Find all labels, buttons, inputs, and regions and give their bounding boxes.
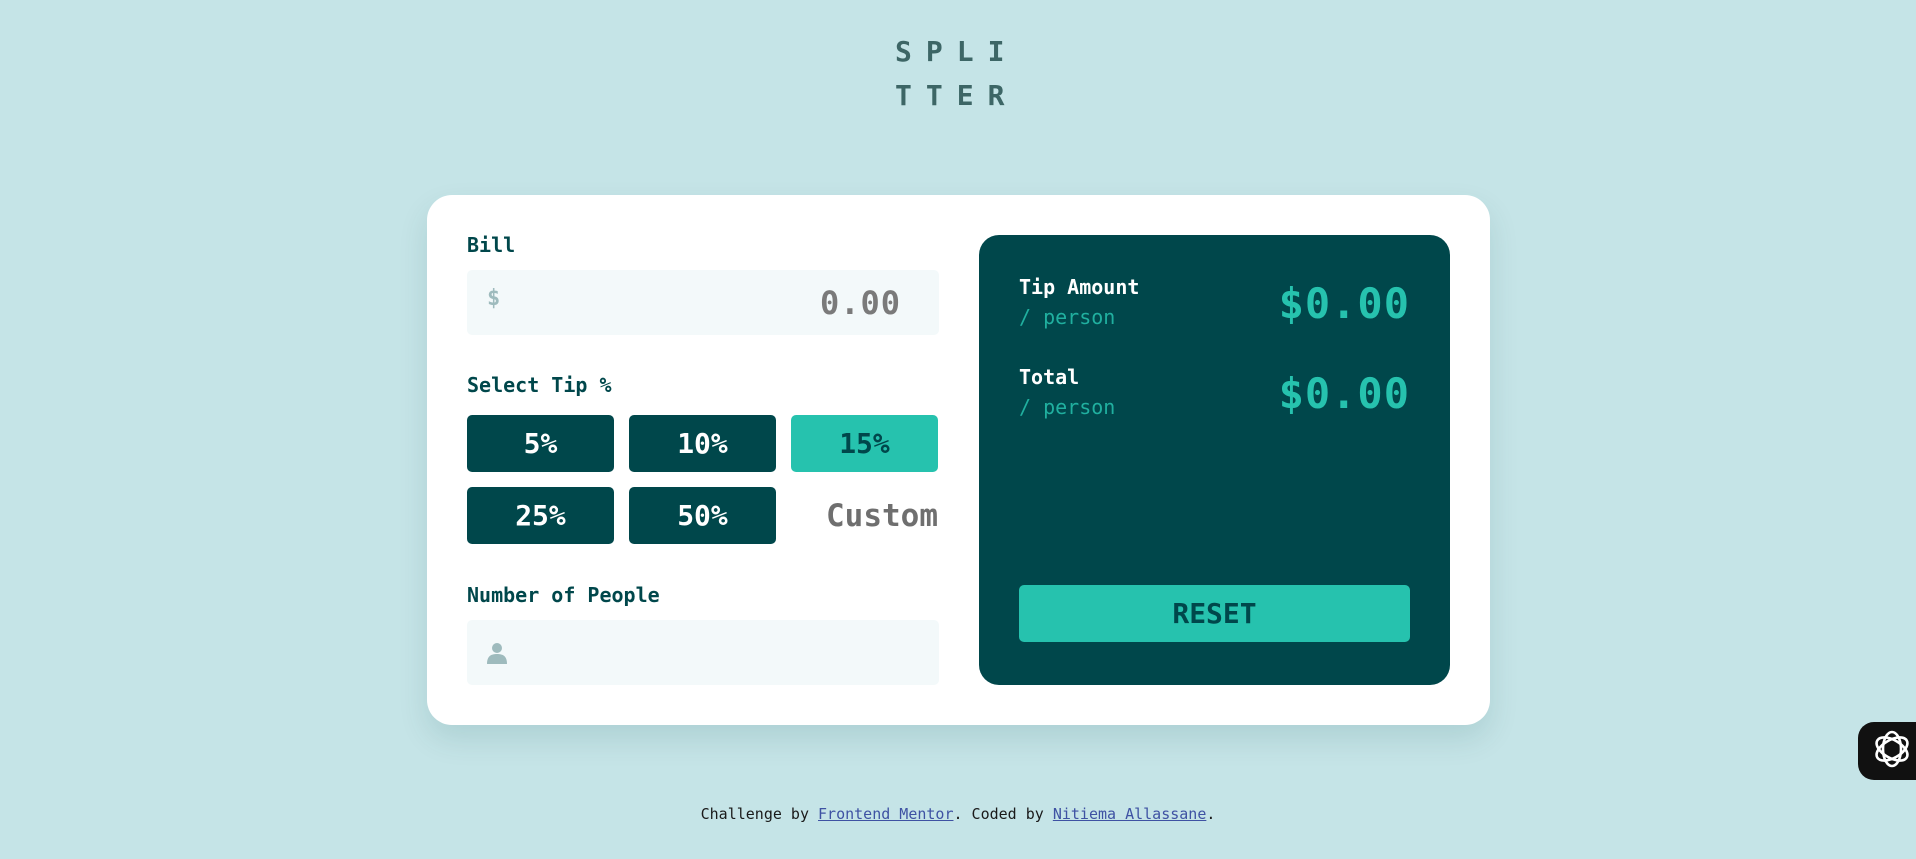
tip-amount-title: Tip Amount <box>1019 275 1140 299</box>
logo: SPLI TTER <box>895 30 1025 118</box>
openai-icon <box>1870 727 1914 775</box>
tip-button-25[interactable]: 25% <box>467 487 614 544</box>
footer-middle: . Coded by <box>953 805 1053 823</box>
bill-label: Bill <box>467 233 516 257</box>
logo-line-1: SPLI <box>895 35 1019 68</box>
calculator-card: Bill $ 0.00 Select Tip % 5% 10% 15% 25% … <box>427 195 1490 725</box>
total-sub: / person <box>1019 395 1116 419</box>
tip-amount-value: $0.00 <box>1278 279 1410 328</box>
tip-button-15[interactable]: 15% <box>791 415 938 472</box>
total-title: Total <box>1019 365 1080 389</box>
people-label: Number of People <box>467 583 660 607</box>
tip-button-50[interactable]: 50% <box>629 487 776 544</box>
footer-prefix: Challenge by <box>700 805 819 823</box>
footer-suffix: . <box>1206 805 1216 823</box>
tip-button-5[interactable]: 5% <box>467 415 614 472</box>
footer: Challenge by Frontend Mentor. Coded by N… <box>0 805 1916 823</box>
frontend-mentor-link[interactable]: Frontend Mentor <box>818 805 953 823</box>
person-icon <box>487 642 507 664</box>
dollar-icon: $ <box>487 286 501 311</box>
tip-button-10[interactable]: 10% <box>629 415 776 472</box>
tip-amount-sub: / person <box>1019 305 1116 329</box>
people-input[interactable] <box>467 620 939 685</box>
total-value: $0.00 <box>1278 369 1410 418</box>
bill-value: 0.00 <box>819 284 901 322</box>
assistant-widget-button[interactable] <box>1858 722 1916 780</box>
select-tip-label: Select Tip % <box>467 373 612 397</box>
logo-line-2: TTER <box>895 79 1019 112</box>
reset-button[interactable]: RESET <box>1019 585 1410 642</box>
custom-tip-input[interactable]: Custom <box>791 487 938 544</box>
bill-input[interactable]: $ 0.00 <box>467 270 939 335</box>
author-link[interactable]: Nitiema Allassane <box>1053 805 1207 823</box>
results-panel: Tip Amount / person $0.00 Total / person… <box>979 235 1450 685</box>
